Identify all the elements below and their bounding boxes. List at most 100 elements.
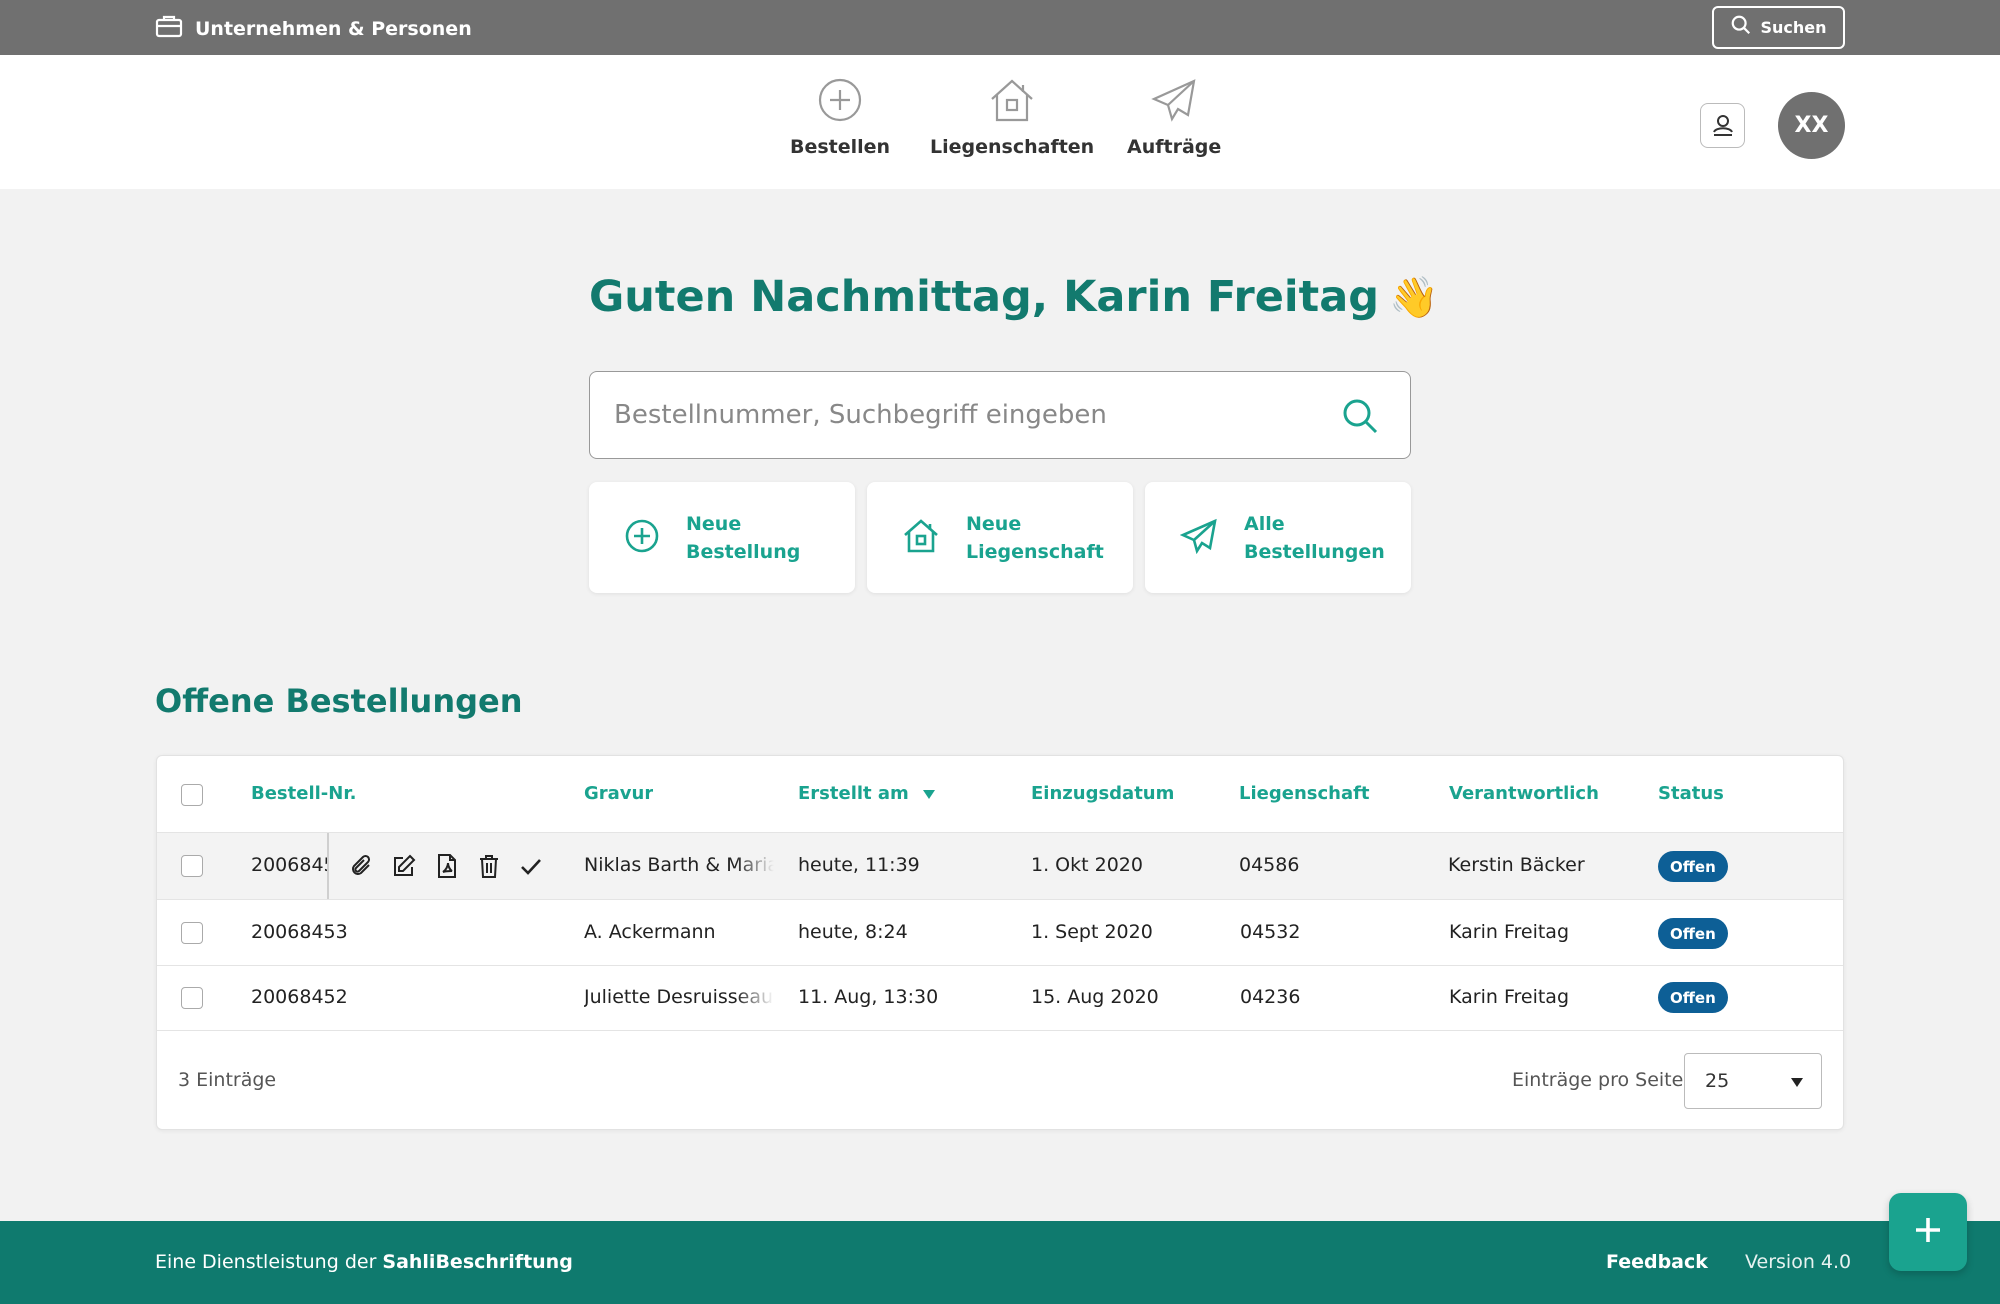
order-no: 20068454 — [251, 854, 331, 876]
table-row[interactable]: 20068454 Niklas Barth & Maria heute, 11:… — [157, 833, 1843, 900]
quick-action-neue-liegenschaft[interactable]: Neue Liegenschaft — [867, 482, 1133, 593]
created: heute, 8:24 — [798, 921, 908, 943]
nav-item-liegenschaften[interactable]: Liegenschaften — [930, 77, 1094, 158]
responsible: Kerstin Bäcker — [1448, 854, 1585, 876]
row-checkbox[interactable] — [181, 855, 203, 877]
status-badge: Offen — [1658, 918, 1728, 949]
quick-action-label: Neue Bestellung — [686, 510, 826, 566]
quick-action-line1: Neue — [966, 512, 1022, 535]
move-in: 1. Sept 2020 — [1031, 921, 1153, 943]
pdf-icon[interactable] — [435, 853, 459, 879]
org-switcher[interactable]: Unternehmen & Personen — [155, 14, 472, 43]
row-checkbox[interactable] — [181, 987, 203, 1009]
plus-icon — [1913, 1215, 1943, 1249]
quick-action-line2: Bestellungen — [1244, 540, 1385, 563]
avatar[interactable]: XX — [1778, 92, 1845, 159]
created: 11. Aug, 13:30 — [798, 986, 939, 1008]
plus-circle-icon — [817, 77, 863, 136]
col-responsible[interactable]: Verantwortlich — [1449, 783, 1599, 804]
top-search-label: Suchen — [1760, 18, 1827, 37]
nav-item-bestellen[interactable]: Bestellen — [790, 77, 890, 158]
quick-action-line2: Liegenschaft — [966, 540, 1104, 563]
table-row[interactable]: 20068452 Juliette Desruisseaux 11. Aug, … — [157, 966, 1843, 1031]
add-fab-button[interactable] — [1889, 1193, 1967, 1271]
property: 04236 — [1240, 986, 1301, 1008]
greeting-text: Guten Nachmittag, Karin Freitag — [589, 272, 1380, 322]
top-search-button[interactable]: Suchen — [1712, 6, 1845, 49]
chevron-down-icon — [1791, 1070, 1803, 1092]
greeting: Guten Nachmittag, Karin Freitag 👋 — [589, 272, 1439, 322]
col-status[interactable]: Status — [1658, 783, 1724, 804]
move-in: 1. Okt 2020 — [1031, 854, 1143, 876]
briefcase-icon — [155, 14, 183, 43]
search-input[interactable] — [614, 394, 1314, 436]
nav-item-label: Aufträge — [1127, 136, 1222, 158]
engraving: A. Ackermann — [584, 921, 716, 943]
col-engraving[interactable]: Gravur — [584, 783, 653, 804]
table-row[interactable]: 20068453 A. Ackermann heute, 8:24 1. Sep… — [157, 900, 1843, 966]
wave-emoji: 👋 — [1389, 274, 1439, 321]
col-created[interactable]: Erstellt am — [798, 783, 935, 804]
sort-desc-icon — [922, 783, 935, 804]
entry-count: 3 Einträge — [178, 1069, 277, 1091]
row-actions — [327, 833, 543, 899]
responsible: Karin Freitag — [1449, 986, 1570, 1008]
move-in: 15. Aug 2020 — [1031, 986, 1159, 1008]
service-brand-link[interactable]: SahliBeschriftung — [382, 1251, 572, 1273]
service-prefix: Eine Dienstleistung der — [155, 1251, 377, 1273]
feedback-link[interactable]: Feedback — [1606, 1251, 1708, 1273]
property: 04586 — [1239, 854, 1300, 876]
col-created-label: Erstellt am — [798, 783, 909, 804]
per-page-value: 25 — [1705, 1070, 1730, 1092]
org-label: Unternehmen & Personen — [195, 17, 472, 40]
quick-action-line1: Neue — [686, 512, 742, 535]
check-icon[interactable] — [519, 854, 543, 878]
order-no: 20068452 — [251, 986, 348, 1008]
col-move-in[interactable]: Einzugsdatum — [1031, 783, 1174, 804]
search-icon[interactable] — [1340, 396, 1380, 440]
paper-plane-icon — [1179, 518, 1218, 558]
quick-action-alle-bestellungen[interactable]: Alle Bestellungen — [1145, 482, 1411, 593]
quick-action-label: Alle Bestellungen — [1244, 510, 1385, 566]
select-all-checkbox[interactable] — [181, 784, 203, 806]
version-label: Version 4.0 — [1745, 1251, 1852, 1273]
engraving: Juliette Desruisseaux — [584, 986, 774, 1008]
per-page-select[interactable]: 25 — [1684, 1053, 1822, 1109]
quick-action-label: Neue Liegenschaft — [966, 510, 1106, 566]
nav-item-label: Bestellen — [790, 136, 891, 158]
service-credit: Eine Dienstleistung der SahliBeschriftung — [155, 1251, 573, 1273]
created: heute, 11:39 — [798, 854, 920, 876]
quick-action-line1: Alle — [1244, 512, 1285, 535]
col-order-no[interactable]: Bestell-Nr. — [251, 783, 356, 804]
house-icon — [987, 77, 1037, 136]
property: 04532 — [1240, 921, 1301, 943]
table-header: Bestell-Nr. Gravur Erstellt am Einzugsda… — [157, 756, 1843, 833]
house-icon — [902, 518, 940, 558]
main-nav: Bestellen Liegenschaften Aufträge XX — [0, 55, 2000, 189]
paper-plane-icon — [1150, 77, 1198, 136]
table-footer: 3 Einträge Einträge pro Seite: 25 — [157, 1031, 1843, 1131]
edit-icon[interactable] — [391, 854, 417, 878]
order-no: 20068453 — [251, 921, 348, 943]
quick-action-neue-bestellung[interactable]: Neue Bestellung — [589, 482, 855, 593]
plus-circle-icon — [624, 518, 660, 558]
orders-table: Bestell-Nr. Gravur Erstellt am Einzugsda… — [156, 755, 1844, 1130]
nav-item-auftraege[interactable]: Aufträge — [1127, 77, 1221, 158]
status-badge: Offen — [1658, 982, 1728, 1013]
status-badge: Offen — [1658, 851, 1728, 882]
contact-button[interactable] — [1700, 103, 1745, 148]
col-property[interactable]: Liegenschaft — [1239, 783, 1370, 804]
responsible: Karin Freitag — [1449, 921, 1570, 943]
paperclip-icon[interactable] — [349, 854, 373, 878]
quick-action-line2: Bestellung — [686, 540, 801, 563]
engraving: Niklas Barth & Maria — [584, 854, 774, 876]
row-checkbox[interactable] — [181, 922, 203, 944]
trash-icon[interactable] — [477, 853, 501, 879]
contact-icon — [1710, 111, 1736, 141]
top-bar: Unternehmen & Personen Suchen — [0, 0, 2000, 55]
footer: Eine Dienstleistung der SahliBeschriftung… — [0, 1221, 2000, 1304]
section-title: Offene Bestellungen — [155, 682, 523, 720]
nav-item-label: Liegenschaften — [930, 136, 1095, 158]
per-page-label: Einträge pro Seite: — [1512, 1069, 1690, 1091]
search-icon — [1730, 14, 1752, 41]
